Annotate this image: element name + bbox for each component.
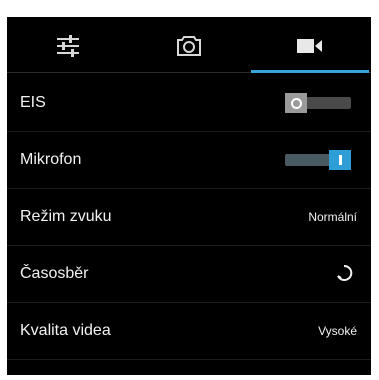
setting-label: Režim zvuku [20, 208, 112, 225]
video-camera-icon [296, 38, 323, 54]
setting-row-audio-mode[interactable]: Režim zvuku Normální [7, 189, 371, 246]
tab-video-settings[interactable] [249, 17, 370, 75]
tab-general-settings[interactable] [7, 17, 128, 75]
eis-toggle[interactable] [285, 93, 351, 113]
setting-label: Časosběr [20, 265, 89, 282]
setting-value: Vysoké [318, 324, 357, 338]
timer-icon [335, 264, 353, 287]
settings-list: EIS Mikrofon Režim zvuku Normální Časosb… [7, 75, 371, 360]
setting-row-timelapse[interactable]: Časosběr [7, 246, 371, 303]
active-tab-indicator [251, 70, 369, 73]
setting-label: Mikrofon [20, 151, 82, 168]
toggle-thumb [329, 150, 351, 170]
microphone-toggle[interactable] [285, 150, 351, 170]
setting-label: Kvalita videa [20, 322, 111, 339]
settings-tab-bar [7, 17, 371, 75]
setting-row-eis[interactable]: EIS [7, 75, 371, 132]
setting-label: EIS [20, 94, 46, 111]
camera-icon [176, 35, 202, 57]
tab-photo-settings[interactable] [128, 17, 249, 75]
setting-value: Normální [308, 210, 357, 224]
setting-row-microphone[interactable]: Mikrofon [7, 132, 371, 189]
toggle-thumb [285, 93, 307, 113]
sliders-icon [56, 35, 80, 57]
camera-settings-panel: EIS Mikrofon Režim zvuku Normální Časosb… [7, 17, 371, 375]
setting-row-video-quality[interactable]: Kvalita videa Vysoké [7, 303, 371, 360]
